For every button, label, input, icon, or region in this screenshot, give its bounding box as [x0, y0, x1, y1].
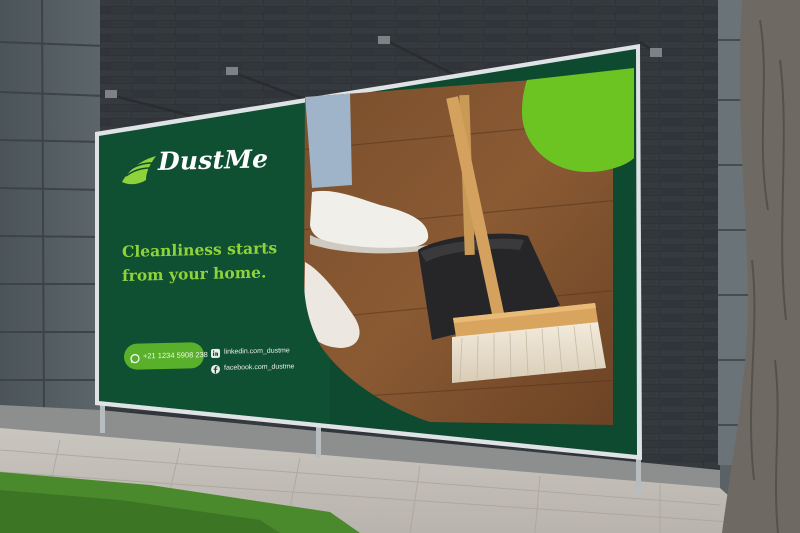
photo-scene: [0, 0, 800, 533]
headline: Cleanliness starts from your home.: [122, 235, 312, 288]
facebook-handle: facebook.com_dustme: [224, 363, 295, 372]
whatsapp-icon: [130, 351, 140, 364]
brand-logo: DustMe: [122, 142, 272, 188]
phone-number: +21 1234 5908 238: [143, 350, 208, 361]
brand-name: DustMe: [158, 144, 269, 177]
facebook-row: facebook.com_dustme: [211, 362, 321, 376]
linkedin-row: linkedin.com_dustme: [211, 346, 321, 360]
headline-line-2: from your home.: [122, 262, 267, 285]
linkedin-icon: [211, 348, 220, 358]
facebook-icon: [211, 364, 220, 374]
linkedin-handle: linkedin.com_dustme: [224, 347, 290, 356]
phone-badge: +21 1234 5908 238: [124, 342, 208, 370]
